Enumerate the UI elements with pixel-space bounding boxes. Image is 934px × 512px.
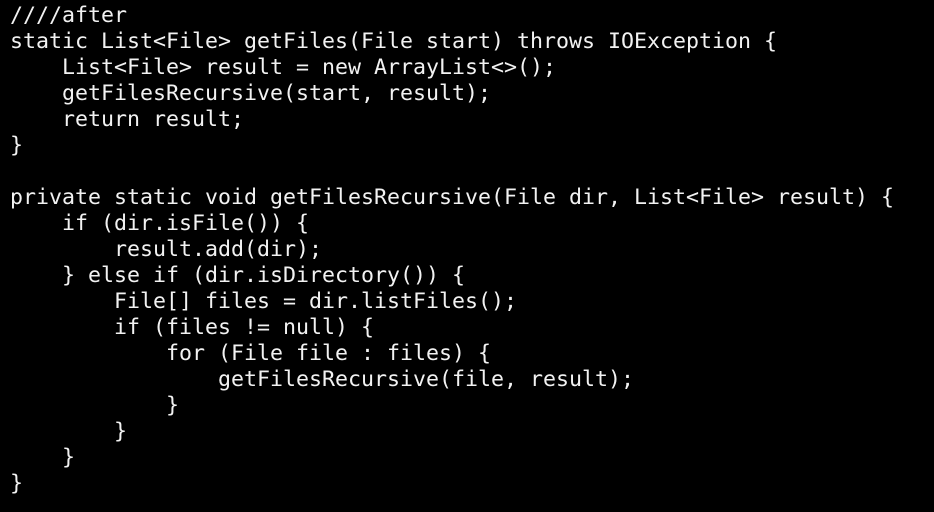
code-line: result.add(dir);: [10, 237, 323, 262]
code-line: List<File> result = new ArrayList<>();: [10, 55, 557, 80]
code-line: }: [10, 393, 180, 418]
code-line: } else if (dir.isDirectory()) {: [10, 263, 466, 288]
code-line: }: [10, 471, 24, 496]
code-line: static List<File> getFiles(File start) t…: [10, 29, 778, 54]
code-line: }: [10, 419, 128, 444]
code-line-comment: ////after: [10, 3, 128, 28]
code-line: getFilesRecursive(start, result);: [10, 81, 492, 106]
code-line: for (File file : files) {: [10, 341, 492, 366]
code-line: }: [10, 445, 76, 470]
code-line: return result;: [10, 107, 245, 132]
code-line: }: [10, 133, 24, 158]
code-line: getFilesRecursive(file, result);: [10, 367, 635, 392]
code-line: if (files != null) {: [10, 315, 375, 340]
code-line: if (dir.isFile()) {: [10, 211, 310, 236]
code-editor: ////after static List<File> getFiles(Fil…: [0, 0, 934, 512]
code-line: File[] files = dir.listFiles();: [10, 289, 518, 314]
code-line: private static void getFilesRecursive(Fi…: [10, 185, 895, 210]
